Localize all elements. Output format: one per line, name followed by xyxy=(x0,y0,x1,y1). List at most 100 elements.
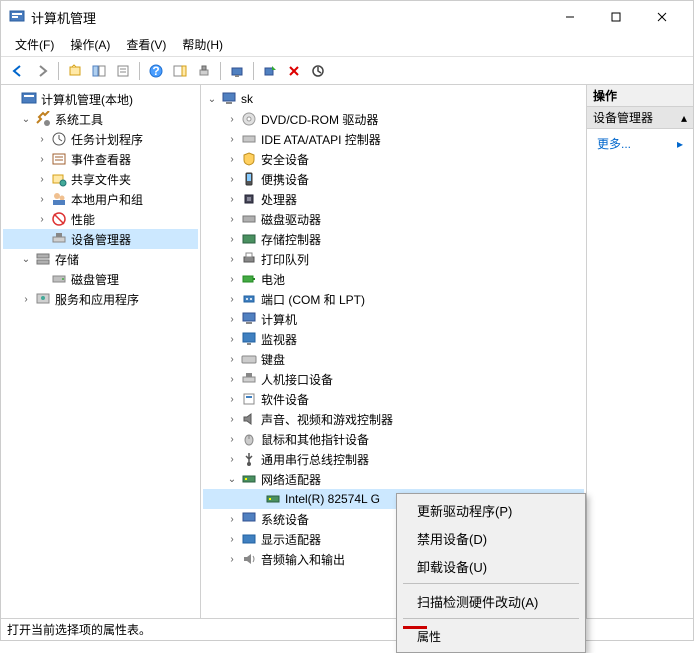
device-monitor[interactable]: › 监视器 xyxy=(203,329,584,349)
collapse-icon[interactable]: ⌄ xyxy=(205,92,219,106)
tree-storage[interactable]: ⌄ 存储 xyxy=(3,249,198,269)
device-root[interactable]: ⌄ sk xyxy=(203,89,584,109)
left-tree-pane[interactable]: 计算机管理(本地) ⌄ 系统工具 › 任务计划程序 › 事件查看器 › 共享文件… xyxy=(1,85,201,618)
device-hid[interactable]: ›人机接口设备 xyxy=(203,369,584,389)
ctx-disable-device[interactable]: 禁用设备(D) xyxy=(399,524,583,552)
device-portable[interactable]: ›便携设备 xyxy=(203,169,584,189)
expand-icon[interactable]: › xyxy=(225,532,239,546)
expand-icon[interactable]: › xyxy=(19,292,33,306)
expand-icon[interactable]: › xyxy=(225,152,239,166)
up-button[interactable] xyxy=(64,60,86,82)
expand-icon[interactable]: › xyxy=(35,192,49,206)
tree-services-apps[interactable]: › 服务和应用程序 xyxy=(3,289,198,309)
expand-icon[interactable]: › xyxy=(225,132,239,146)
menu-file[interactable]: 文件(F) xyxy=(7,34,62,55)
expand-icon[interactable]: › xyxy=(225,452,239,466)
help-button[interactable]: ? xyxy=(145,60,167,82)
device-mouse[interactable]: ›鼠标和其他指针设备 xyxy=(203,429,584,449)
ctx-uninstall-device[interactable]: 卸载设备(U) xyxy=(399,552,583,580)
tree-local-users[interactable]: › 本地用户和组 xyxy=(3,189,198,209)
expand-icon[interactable]: › xyxy=(225,192,239,206)
tree-label: 端口 (COM 和 LPT) xyxy=(261,291,365,308)
tree-shared-folders[interactable]: › 共享文件夹 xyxy=(3,169,198,189)
expand-icon[interactable]: › xyxy=(225,252,239,266)
device-storage-ctrl[interactable]: ›存储控制器 xyxy=(203,229,584,249)
properties-button[interactable] xyxy=(112,60,134,82)
device-cpu[interactable]: ›处理器 xyxy=(203,189,584,209)
software-icon xyxy=(241,391,257,407)
expand-icon[interactable]: › xyxy=(225,552,239,566)
tree-disk-mgmt[interactable]: 磁盘管理 xyxy=(3,269,198,289)
menu-action[interactable]: 操作(A) xyxy=(62,34,118,55)
expand-icon[interactable]: › xyxy=(225,112,239,126)
update-driver-button[interactable] xyxy=(307,60,329,82)
show-action-pane-button[interactable] xyxy=(169,60,191,82)
tree-system-tools[interactable]: ⌄ 系统工具 xyxy=(3,109,198,129)
expand-icon[interactable]: › xyxy=(225,332,239,346)
show-hide-tree-button[interactable] xyxy=(88,60,110,82)
ctx-separator xyxy=(403,583,579,584)
expand-icon[interactable]: › xyxy=(225,312,239,326)
expand-icon[interactable]: › xyxy=(35,172,49,186)
device-audio-video[interactable]: ›声音、视频和游戏控制器 xyxy=(203,409,584,429)
device-config-button[interactable] xyxy=(193,60,215,82)
collapse-icon[interactable]: ⌄ xyxy=(19,112,33,126)
minimize-button[interactable] xyxy=(547,2,593,32)
device-software[interactable]: › 软件设备 xyxy=(203,389,584,409)
tree-root[interactable]: 计算机管理(本地) xyxy=(3,89,198,109)
actions-sub-header[interactable]: 设备管理器 ▴ xyxy=(587,107,693,129)
menu-help[interactable]: 帮助(H) xyxy=(174,34,231,55)
ctx-scan-hardware[interactable]: 扫描检测硬件改动(A) xyxy=(399,587,583,615)
device-tree-pane[interactable]: ⌄ sk ›DVD/CD-ROM 驱动器 ›IDE ATA/ATAPI 控制器 … xyxy=(201,85,587,618)
remove-device-button[interactable] xyxy=(283,60,305,82)
usb-icon xyxy=(241,451,257,467)
device-security[interactable]: ›安全设备 xyxy=(203,149,584,169)
audio-io-icon xyxy=(241,551,257,567)
tree-performance[interactable]: › 性能 xyxy=(3,209,198,229)
back-button[interactable] xyxy=(7,60,29,82)
maximize-button[interactable] xyxy=(593,2,639,32)
expand-icon[interactable]: › xyxy=(35,132,49,146)
actions-more-link[interactable]: 更多... ▸ xyxy=(587,129,693,158)
close-button[interactable] xyxy=(639,2,685,32)
menu-view[interactable]: 查看(V) xyxy=(118,34,174,55)
device-ide[interactable]: ›IDE ATA/ATAPI 控制器 xyxy=(203,129,584,149)
expand-icon[interactable]: › xyxy=(225,352,239,366)
tree-label: 通用串行总线控制器 xyxy=(261,451,369,468)
device-disk-drive[interactable]: ›磁盘驱动器 xyxy=(203,209,584,229)
tree-task-scheduler[interactable]: › 任务计划程序 xyxy=(3,129,198,149)
device-battery[interactable]: ›电池 xyxy=(203,269,584,289)
device-dvd[interactable]: ›DVD/CD-ROM 驱动器 xyxy=(203,109,584,129)
expand-icon[interactable]: › xyxy=(35,152,49,166)
tree-event-viewer[interactable]: › 事件查看器 xyxy=(3,149,198,169)
expand-icon[interactable]: › xyxy=(225,392,239,406)
ctx-properties[interactable]: 属性 xyxy=(399,622,583,650)
tree-label: 监视器 xyxy=(261,331,297,348)
expand-icon[interactable]: › xyxy=(225,212,239,226)
expand-icon[interactable]: › xyxy=(225,292,239,306)
enable-device-button[interactable] xyxy=(259,60,281,82)
collapse-icon[interactable]: ⌄ xyxy=(225,472,239,486)
device-keyboard[interactable]: ›键盘 xyxy=(203,349,584,369)
tree-label: 软件设备 xyxy=(261,391,309,408)
expand-icon[interactable]: › xyxy=(225,272,239,286)
device-network[interactable]: ⌄网络适配器 xyxy=(203,469,584,489)
ctx-update-driver[interactable]: 更新驱动程序(P) xyxy=(399,496,583,524)
expand-icon[interactable]: › xyxy=(225,372,239,386)
expand-icon[interactable]: › xyxy=(35,212,49,226)
collapse-icon[interactable]: ⌄ xyxy=(19,252,33,266)
expand-icon[interactable]: › xyxy=(225,172,239,186)
scan-hardware-button[interactable] xyxy=(226,60,248,82)
expand-icon[interactable]: › xyxy=(225,412,239,426)
expand-icon[interactable]: › xyxy=(225,512,239,526)
tree-label: 性能 xyxy=(71,211,95,228)
forward-button[interactable] xyxy=(31,60,53,82)
device-computer[interactable]: ›计算机 xyxy=(203,309,584,329)
expand-icon[interactable]: › xyxy=(225,432,239,446)
device-ports[interactable]: › 端口 (COM 和 LPT) xyxy=(203,289,584,309)
ide-icon xyxy=(241,131,257,147)
device-print-queue[interactable]: ›打印队列 xyxy=(203,249,584,269)
device-usb-serial[interactable]: › 通用串行总线控制器 xyxy=(203,449,584,469)
expand-icon[interactable]: › xyxy=(225,232,239,246)
tree-device-manager[interactable]: 设备管理器 xyxy=(3,229,198,249)
